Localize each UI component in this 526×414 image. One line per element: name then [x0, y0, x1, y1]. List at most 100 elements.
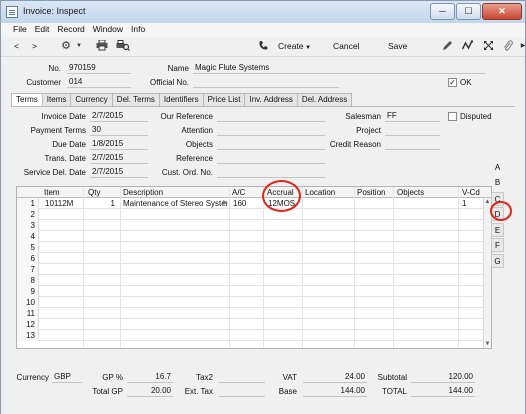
official-no-field[interactable] [193, 77, 339, 88]
cust-ord-no-field[interactable] [217, 167, 325, 178]
table-row[interactable]: 5 [17, 242, 484, 253]
subtotal-label: Subtotal [377, 373, 407, 382]
salesman-field[interactable]: FF [385, 111, 440, 122]
row-number: 13 [17, 330, 39, 341]
table-row[interactable]: 1 10112M 1 Maintenance of Stereo System … [17, 198, 484, 209]
table-row[interactable]: 11 [17, 308, 484, 319]
col-ac[interactable]: A/C [232, 188, 245, 197]
table-row[interactable]: 13 [17, 330, 484, 341]
table-row[interactable]: 2 [17, 209, 484, 220]
table-row[interactable]: 12 [17, 319, 484, 330]
tax2-field[interactable] [219, 372, 265, 383]
objects-field[interactable] [217, 139, 325, 150]
our-reference-field[interactable] [217, 111, 325, 122]
maximize-button[interactable]: ☐ [456, 3, 481, 20]
currency-field[interactable]: GBP [52, 372, 82, 383]
flag-g[interactable]: G [491, 254, 504, 268]
invoice-date-label: Invoice Date [41, 112, 86, 121]
table-row[interactable]: 3 [17, 220, 484, 231]
project-label: Project [356, 126, 381, 135]
customer-field[interactable]: 014 [67, 77, 131, 88]
menu-info[interactable]: Info [128, 23, 150, 37]
tab-terms[interactable]: Terms [11, 93, 43, 107]
project-field[interactable] [385, 125, 440, 136]
total-gp-field[interactable]: 20.00 [127, 386, 173, 397]
base-field[interactable]: 144.00 [303, 386, 367, 397]
vat-field[interactable]: 24.00 [303, 372, 367, 383]
reference-field[interactable] [217, 153, 325, 164]
flag-e[interactable]: E [491, 223, 504, 237]
service-del-date-label: Service Del. Date [23, 168, 86, 177]
trans-date-label: Trans. Date [44, 154, 87, 163]
forward-button[interactable]: > [32, 40, 37, 53]
attention-field[interactable] [217, 125, 325, 136]
cancel-button[interactable]: Cancel [333, 40, 359, 53]
row-description[interactable]: Maintenance of Stereo System [123, 198, 227, 209]
ok-checkbox[interactable]: ✓ [448, 78, 457, 87]
no-field[interactable]: 970159 [67, 63, 131, 74]
tab-price-list[interactable]: Price List [202, 93, 246, 106]
table-row[interactable]: 4 [17, 231, 484, 242]
table-row[interactable]: 8 [17, 275, 484, 286]
create-button[interactable]: Create ▼ [278, 40, 311, 53]
print-icon[interactable] [95, 39, 109, 53]
tab-items[interactable]: Items [41, 93, 72, 106]
tab-identifiers[interactable]: Identifiers [158, 93, 204, 106]
ext-tax-field[interactable] [219, 386, 265, 397]
gp-pct-field[interactable]: 16.7 [127, 372, 173, 383]
activity-icon[interactable] [461, 40, 475, 53]
subtotal-field[interactable]: 120.00 [411, 372, 475, 383]
attachment-icon[interactable] [501, 40, 515, 53]
title-bar: Invoice: Inspect ─ ☐ ✕ [1, 1, 525, 23]
pencil-icon[interactable] [440, 40, 454, 53]
col-objects[interactable]: Objects [397, 188, 424, 197]
tab-del-address[interactable]: Del. Address [296, 93, 353, 106]
back-button[interactable]: < [14, 40, 19, 53]
scroll-up-icon[interactable]: ▲ [484, 199, 491, 205]
gear-icon[interactable]: ⚙ [59, 40, 73, 53]
total-field[interactable]: 144.00 [411, 386, 475, 397]
toolbar-overflow-icon[interactable]: ▶ [516, 40, 526, 53]
save-button[interactable]: Save [388, 40, 407, 53]
menu-window[interactable]: Window [90, 23, 128, 37]
menu-edit[interactable]: Edit [32, 23, 55, 37]
col-position[interactable]: Position [357, 188, 385, 197]
col-vcd[interactable]: V-Cd [462, 188, 480, 197]
col-description[interactable]: Description [123, 188, 163, 197]
table-row[interactable]: 10 [17, 297, 484, 308]
menu-record[interactable]: Record [54, 23, 89, 37]
col-location[interactable]: Location [305, 188, 335, 197]
window-controls: ─ ☐ ✕ [430, 3, 522, 20]
tab-del-terms[interactable]: Del. Terms [111, 93, 160, 106]
credit-reason-label: Credit Reason [329, 140, 381, 149]
row-qty[interactable]: 1 [87, 198, 117, 209]
row-number: 9 [17, 286, 39, 297]
flag-b[interactable]: B [491, 176, 504, 190]
name-field[interactable]: Magic Flute Systems [193, 63, 485, 74]
tab-currency[interactable]: Currency [70, 93, 113, 106]
row-item[interactable]: 10112M [45, 198, 81, 209]
minimize-button[interactable]: ─ [430, 3, 455, 20]
col-item[interactable]: Item [44, 188, 60, 197]
row-description-arrow-icon[interactable]: ▶ [223, 198, 229, 209]
row-vcd[interactable]: 1 [462, 198, 482, 209]
print-preview-icon[interactable] [116, 40, 130, 53]
table-row[interactable]: 9 [17, 286, 484, 297]
chevron-down-icon[interactable]: ▼ [72, 40, 86, 53]
row-ac[interactable]: 160 [233, 198, 261, 209]
create-dropdown-icon: ▼ [303, 45, 312, 51]
close-button[interactable]: ✕ [482, 3, 522, 20]
table-row[interactable]: 7 [17, 264, 484, 275]
table-row[interactable]: 6 [17, 253, 484, 264]
credit-reason-field[interactable] [385, 139, 440, 150]
scroll-down-icon[interactable]: ▼ [484, 341, 491, 347]
col-qty[interactable]: Qty [88, 188, 100, 197]
phone-icon[interactable] [256, 40, 270, 53]
flag-a[interactable]: A [491, 161, 504, 175]
flag-f[interactable]: F [491, 238, 504, 252]
disputed-checkbox[interactable] [448, 112, 457, 121]
expand-icon[interactable] [481, 40, 495, 53]
grid-scrollbar[interactable]: ▲ ▼ [483, 198, 491, 348]
tab-inv-address[interactable]: Inv. Address [244, 93, 298, 106]
menu-file[interactable]: File [10, 23, 32, 37]
